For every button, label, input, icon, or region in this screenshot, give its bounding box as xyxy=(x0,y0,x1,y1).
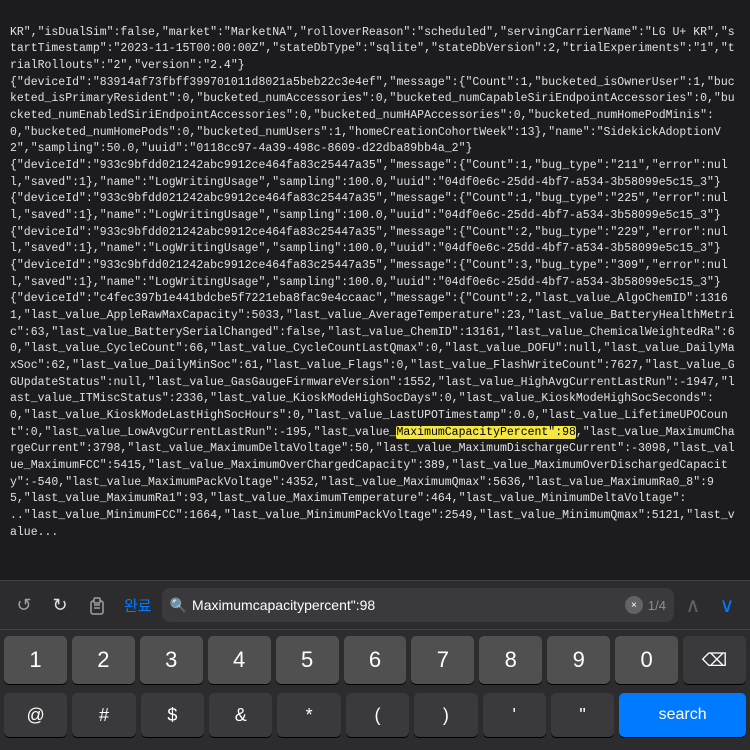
sym-key-x[interactable]: ( xyxy=(346,693,409,737)
delete-key[interactable]: ⌫ xyxy=(683,636,746,684)
search-clear-button[interactable]: × xyxy=(625,596,643,614)
search-button[interactable]: search xyxy=(619,693,746,737)
num-key-1[interactable]: 1 xyxy=(4,636,67,684)
search-input[interactable]: Maximumcapacitypercent":98 xyxy=(192,597,620,613)
number-row: 1234567890⌫ xyxy=(0,630,750,690)
search-result-count: 1/4 xyxy=(648,598,666,613)
sym-key-x[interactable]: # xyxy=(72,693,135,737)
text-before: KR","isDualSim":false,"market":"MarketNA… xyxy=(10,26,735,439)
symbol-row: @#$&*()'"search xyxy=(0,690,750,748)
sym-key-x[interactable]: " xyxy=(551,693,614,737)
paste-icon xyxy=(86,594,108,616)
search-prev-button[interactable]: ∧ xyxy=(678,590,708,620)
toolbar: ↺ ↻ 완료 🔍 Maximumcapacitypercent":98 × 1/… xyxy=(0,580,750,630)
sym-key-x[interactable]: & xyxy=(209,693,272,737)
num-key-0[interactable]: 0 xyxy=(615,636,678,684)
num-key-6[interactable]: 6 xyxy=(344,636,407,684)
text-content-area: KR","isDualSim":false,"market":"MarketNA… xyxy=(0,0,750,580)
search-next-button[interactable]: ∨ xyxy=(712,590,742,620)
sym-key-x[interactable]: $ xyxy=(141,693,204,737)
num-key-2[interactable]: 2 xyxy=(72,636,135,684)
undo-button[interactable]: ↺ xyxy=(8,589,40,621)
sym-key-x[interactable]: * xyxy=(277,693,340,737)
done-button[interactable]: 완료 xyxy=(118,589,158,621)
num-key-7[interactable]: 7 xyxy=(411,636,474,684)
sym-key-x[interactable]: @ xyxy=(4,693,67,737)
num-key-5[interactable]: 5 xyxy=(276,636,339,684)
sym-key-x[interactable]: ' xyxy=(483,693,546,737)
keyboard: 1234567890⌫ @#$&*()'"search xyxy=(0,630,750,750)
num-key-4[interactable]: 4 xyxy=(208,636,271,684)
search-icon: 🔍 xyxy=(170,597,187,614)
num-key-3[interactable]: 3 xyxy=(140,636,203,684)
search-bar: 🔍 Maximumcapacitypercent":98 × 1/4 xyxy=(162,588,674,622)
json-text-body: KR","isDualSim":false,"market":"MarketNA… xyxy=(0,0,750,580)
sym-key-x[interactable]: ) xyxy=(414,693,477,737)
num-key-9[interactable]: 9 xyxy=(547,636,610,684)
num-key-8[interactable]: 8 xyxy=(479,636,542,684)
paste-button[interactable] xyxy=(82,590,112,620)
redo-button[interactable]: ↻ xyxy=(44,589,76,621)
highlighted-text: MaximumCapacityPercent":98 xyxy=(396,426,575,439)
text-after: ,"last_value_MaximumChargeCurrent":3798,… xyxy=(10,426,735,539)
